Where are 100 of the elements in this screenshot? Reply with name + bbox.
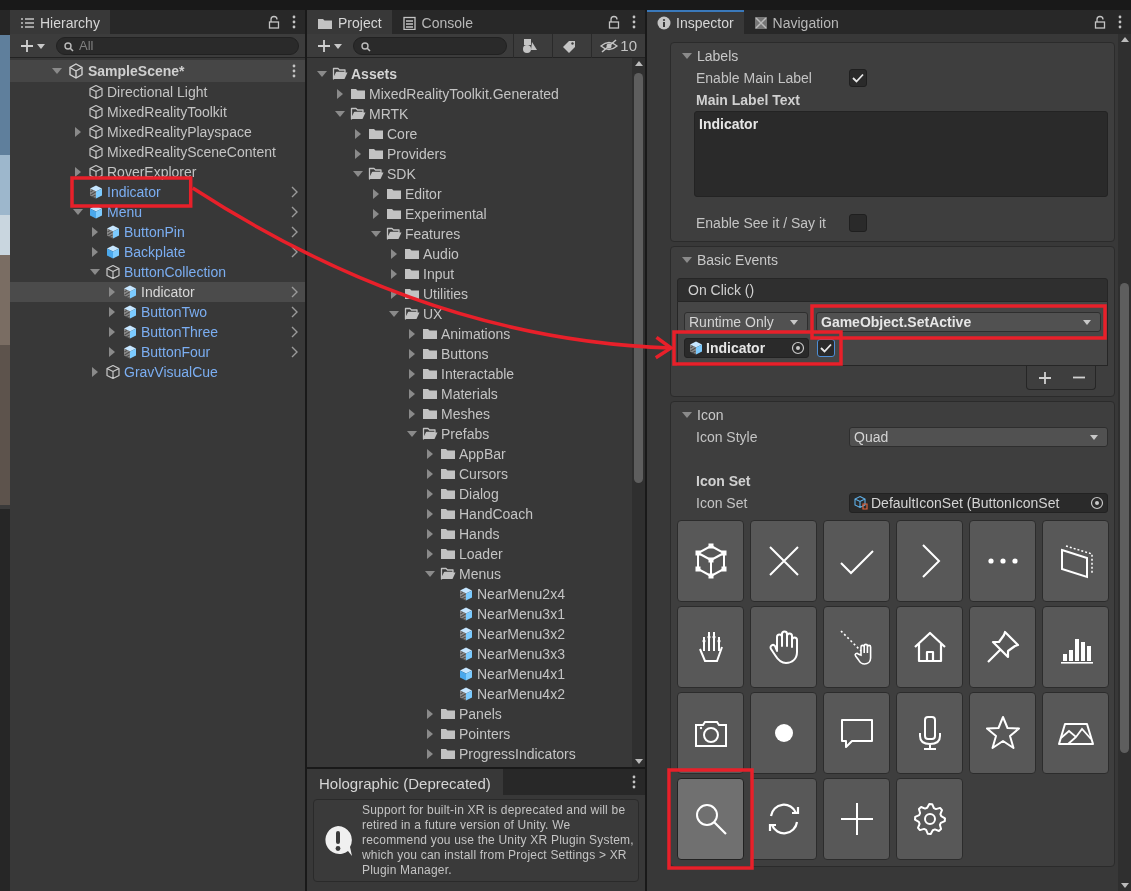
object-picker-icon[interactable] <box>1090 496 1104 510</box>
scrollbar-thumb[interactable] <box>634 73 643 483</box>
tree-item[interactable]: RoverExplorer <box>10 162 305 182</box>
tree-item[interactable]: NearMenu3x1 <box>307 604 632 624</box>
more-menu-icon[interactable] <box>631 15 637 29</box>
scroll-down-icon[interactable] <box>1119 882 1130 889</box>
tree-item[interactable]: MixedRealitySceneContent <box>10 142 305 162</box>
icon-tile[interactable] <box>896 606 963 688</box>
tree-item[interactable]: ButtonTwo <box>10 302 305 322</box>
chevron-right-icon[interactable] <box>290 226 299 238</box>
icon-tile[interactable] <box>823 778 890 860</box>
tree-item[interactable]: AppBar <box>307 444 632 464</box>
more-menu-icon[interactable] <box>1117 15 1123 29</box>
panel-tab[interactable]: Console <box>391 10 483 34</box>
chevron-right-icon[interactable] <box>290 206 299 218</box>
tree-item[interactable]: Assets <box>307 64 632 84</box>
tree-item[interactable]: Interactable <box>307 364 632 384</box>
more-menu-icon[interactable] <box>291 15 297 29</box>
icon-tile[interactable] <box>677 778 744 860</box>
chevron-right-icon[interactable] <box>290 306 299 318</box>
add-button[interactable] <box>1037 370 1052 385</box>
search-field[interactable] <box>353 36 508 55</box>
tree-item[interactable]: Menus <box>307 564 632 584</box>
dropdown[interactable]: Runtime Only <box>684 312 808 332</box>
text-area[interactable]: Indicator <box>694 111 1108 197</box>
chevron-right-icon[interactable] <box>290 286 299 298</box>
tree-item[interactable]: GravVisualCue <box>10 362 305 382</box>
more-menu-icon[interactable] <box>291 64 297 78</box>
foldout-header[interactable]: Basic Events <box>677 250 778 270</box>
dropdown[interactable]: GameObject.SetActive <box>816 312 1101 332</box>
remove-button[interactable] <box>1072 376 1085 379</box>
icon-tile[interactable] <box>1042 692 1109 774</box>
tree-item[interactable]: Cursors <box>307 464 632 484</box>
icon-tile[interactable] <box>969 606 1036 688</box>
scrollbar-thumb[interactable] <box>1120 283 1129 753</box>
tree-item[interactable]: Menu <box>10 202 305 222</box>
tree-item[interactable]: Editor <box>307 184 632 204</box>
scroll-up-icon[interactable] <box>633 60 644 67</box>
tree-item[interactable]: MixedRealityToolkit.Generated <box>307 84 632 104</box>
chevron-right-icon[interactable] <box>290 186 299 198</box>
checkbox[interactable] <box>849 214 867 232</box>
tree-item[interactable]: Utilities <box>307 284 632 304</box>
tree-item[interactable]: Materials <box>307 384 632 404</box>
icon-tile[interactable] <box>896 692 963 774</box>
tree-item[interactable]: Backplate <box>10 242 305 262</box>
tree-item[interactable]: MixedRealityPlayspace <box>10 122 305 142</box>
scroll-up-icon[interactable] <box>1119 36 1130 43</box>
object-picker-icon[interactable] <box>791 341 805 355</box>
tree-item[interactable]: ButtonCollection <box>10 262 305 282</box>
tree-item[interactable]: ProgressIndicators <box>307 744 632 764</box>
icon-tile[interactable] <box>896 520 963 602</box>
icon-tile[interactable] <box>896 778 963 860</box>
icon-tile[interactable] <box>823 692 890 774</box>
icon-tile[interactable] <box>750 692 817 774</box>
object-field[interactable]: Indicator <box>684 338 809 358</box>
search-field[interactable]: All <box>56 36 299 55</box>
tree-item[interactable]: Indicator <box>10 282 305 302</box>
tree-item[interactable]: Pointers <box>307 724 632 744</box>
tree-item[interactable]: Prefabs <box>307 424 632 444</box>
tree-item[interactable]: Buttons <box>307 344 632 364</box>
tree-item[interactable]: ButtonThree <box>10 322 305 342</box>
panel-tab[interactable]: Holographic (Deprecated) <box>307 769 503 795</box>
object-field[interactable]: DefaultIconSet (ButtonIconSet <box>849 493 1108 513</box>
icon-tile[interactable] <box>823 520 890 602</box>
icon-tile[interactable] <box>823 606 890 688</box>
lock-icon[interactable] <box>1093 15 1107 29</box>
tree-item[interactable]: Indicator <box>10 182 305 202</box>
tree-item[interactable]: Loader <box>307 544 632 564</box>
tree-item[interactable]: Animations <box>307 324 632 344</box>
tree-item[interactable]: Hands <box>307 524 632 544</box>
scroll-down-icon[interactable] <box>633 758 644 765</box>
checkbox[interactable] <box>849 69 867 87</box>
icon-tile[interactable] <box>750 520 817 602</box>
tree-item[interactable]: Audio <box>307 244 632 264</box>
tree-item[interactable]: NearMenu3x2 <box>307 624 632 644</box>
dropdown[interactable]: Quad <box>849 427 1108 447</box>
tree-item[interactable]: NearMenu3x3 <box>307 644 632 664</box>
chevron-right-icon[interactable] <box>290 326 299 338</box>
tree-item[interactable]: Providers <box>307 144 632 164</box>
lock-icon[interactable] <box>607 15 621 29</box>
tree-item[interactable]: HandCoach <box>307 504 632 524</box>
icon-tile[interactable] <box>750 606 817 688</box>
tree-item[interactable]: Dialog <box>307 484 632 504</box>
tree-item[interactable]: UX <box>307 304 632 324</box>
tree-item[interactable]: Core <box>307 124 632 144</box>
tree-item[interactable]: NearMenu4x2 <box>307 684 632 704</box>
hidden-count-button[interactable]: 10 <box>591 33 645 58</box>
tree-item[interactable]: SDK <box>307 164 632 184</box>
foldout-header[interactable]: Icon <box>677 405 724 425</box>
icon-tile[interactable] <box>677 606 744 688</box>
lock-icon[interactable] <box>267 15 281 29</box>
chevron-right-icon[interactable] <box>290 246 299 258</box>
tree-item[interactable]: Meshes <box>307 404 632 424</box>
icon-tile[interactable] <box>1042 520 1109 602</box>
panel-tab[interactable]: Navigation <box>743 10 849 34</box>
icon-tile[interactable] <box>677 520 744 602</box>
chevron-right-icon[interactable] <box>290 346 299 358</box>
tree-item[interactable]: NearMenu4x1 <box>307 664 632 684</box>
panel-tab[interactable]: Inspector <box>647 10 744 34</box>
more-menu-icon[interactable] <box>631 775 637 789</box>
